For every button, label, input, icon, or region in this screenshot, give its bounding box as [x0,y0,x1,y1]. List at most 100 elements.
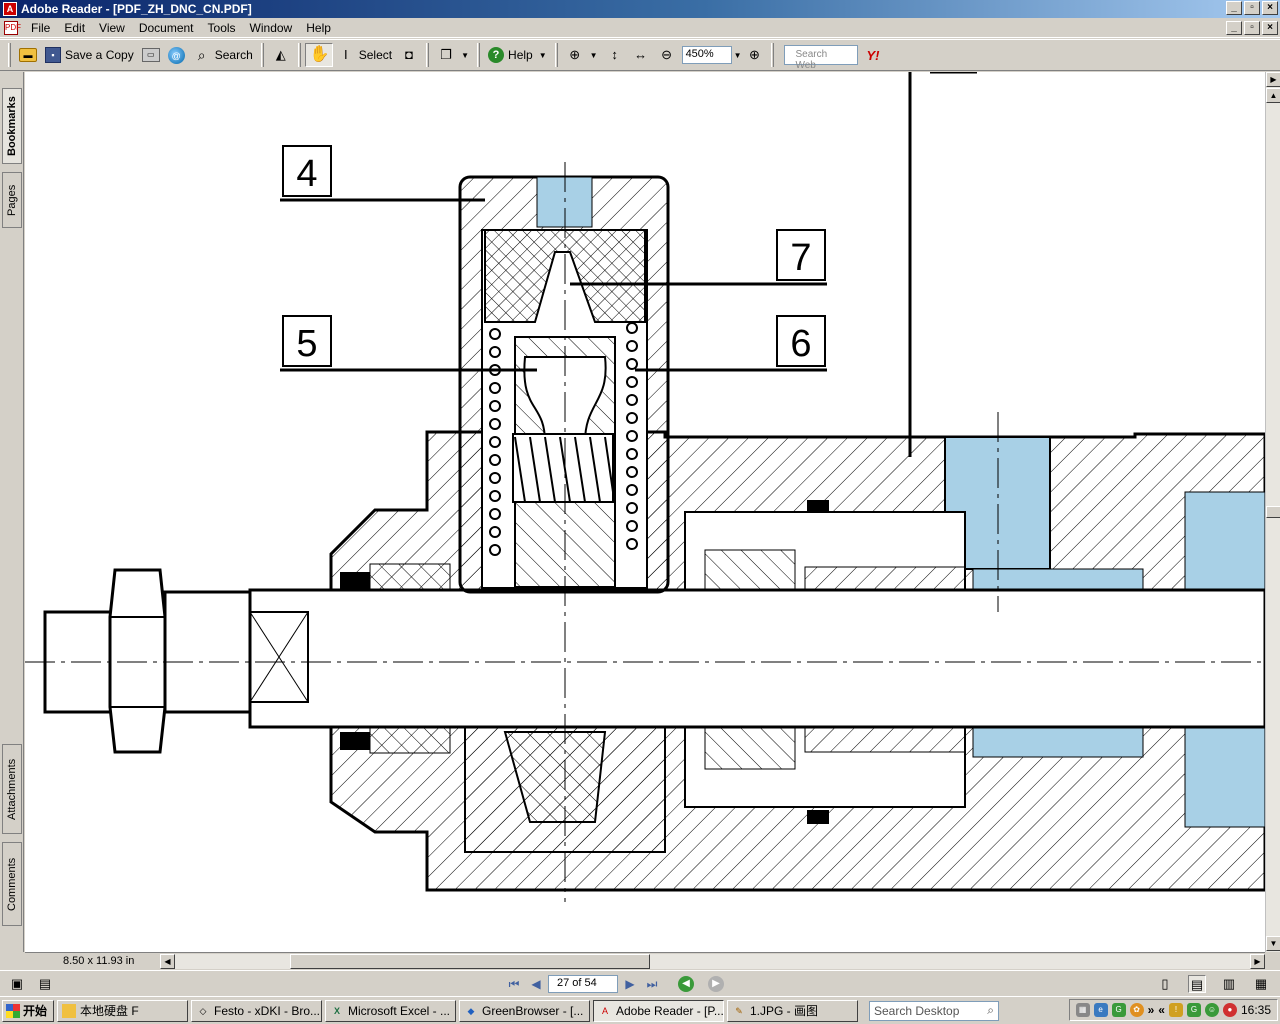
menu-window[interactable]: Window [243,21,300,35]
messenger-icon[interactable]: ☺ [1204,1003,1219,1017]
task-excel[interactable]: X Microsoft Excel - ... [325,999,456,1022]
toolbar-grip-4[interactable] [426,43,430,67]
tab-bookmarks[interactable]: Bookmarks [2,88,22,164]
select-tool-button[interactable]: I Select [333,43,396,67]
task-festo[interactable]: ◇ Festo - xDKI - Bro... [191,999,322,1022]
expand-tray-icon[interactable]: » [1148,1003,1155,1017]
toolbar-grip-5[interactable] [477,43,481,67]
folder-icon: ▬ [19,48,37,62]
tab-attachments[interactable]: Attachments [2,744,22,834]
system-tray: ▦ e G ✿ » « ! G ☺ ● 16:35 [1068,999,1278,1021]
email-button[interactable]: @ [164,43,189,67]
search-button[interactable]: ⌕ Search [189,43,257,67]
doc-close-button[interactable]: × [1262,21,1278,35]
info-icon[interactable]: ▤ [36,975,54,993]
menu-view[interactable]: View [92,21,132,35]
toolbar-grip-6[interactable] [554,43,558,67]
maximize-button[interactable]: ▫ [1244,1,1260,15]
keyboard-icon[interactable]: ▦ [1075,1003,1090,1017]
zoom-tool-button[interactable]: ⊕ ▼ [562,43,602,67]
toolbar-grip[interactable] [8,43,11,67]
qq-penguin-icon[interactable]: ● [1222,1003,1237,1017]
search-icon[interactable]: ⌕ [987,1003,994,1018]
toolbar-grip-3[interactable] [297,43,301,67]
hand-tool-button[interactable]: ✋ [304,43,333,67]
document-icon[interactable]: PDF [4,20,21,35]
menu-file[interactable]: File [24,21,57,35]
collapse-tray-icon[interactable]: « [1158,1003,1165,1017]
chevron-down-icon: ▼ [461,50,470,60]
disk-icon: ▪ [45,47,61,63]
task-explorer[interactable]: 本地硬盘 F [57,999,188,1022]
first-page-icon[interactable]: ⏮ [504,975,524,993]
last-page-icon[interactable]: ⏭ [642,975,662,993]
menu-help[interactable]: Help [299,21,338,35]
g-icon[interactable]: G [1186,1003,1201,1017]
print-button[interactable]: ▭ [138,43,164,67]
pages-dropdown-button[interactable]: ❐ ▼ [433,43,473,67]
zoom-out-button[interactable]: ⊖ [654,43,680,67]
close-button[interactable]: × [1262,1,1278,15]
yahoo-icon[interactable]: Y! [866,48,879,63]
task-adobe-reader[interactable]: A Adobe Reader - [P... [593,999,724,1022]
tab-comments[interactable]: Comments [2,842,22,926]
scroll-right-button[interactable]: ▶ [1250,953,1265,969]
task-paint[interactable]: ✎ 1.JPG - 画图 [727,999,858,1022]
menu-document[interactable]: Document [132,21,201,35]
document-window-controls: _ ▫ × [1226,21,1278,35]
zoom-in-magnifier-icon: ⊕ [569,47,581,62]
doc-minimize-button[interactable]: _ [1226,21,1242,35]
update-icon[interactable]: ✿ [1129,1003,1144,1017]
scroll-left-button[interactable]: ◀ [160,953,175,969]
go-back-icon[interactable]: ◀ [678,975,694,992]
page-number-input[interactable]: 27 of 54 [548,974,618,993]
horizontal-scrollbar[interactable] [175,953,1250,969]
continuous-page-icon[interactable]: ▤ [1188,974,1206,993]
folder-icon [62,1003,76,1018]
snapshot-button[interactable]: ◘ [396,43,422,67]
horizontal-scroll-thumb[interactable] [290,953,650,969]
actual-size-button[interactable]: ↕ [602,43,628,67]
panel-toggle-icon[interactable]: ▣ [8,975,26,993]
status-bar: ▣ ▤ ⏮ ◀ 27 of 54 ▶ ⏭ ◀ ▶ ▯ ▤ ▥ ▦ [0,970,1280,996]
continuous-facing-icon[interactable]: ▦ [1252,975,1270,993]
greenbrowser-tray-icon[interactable]: G [1111,1003,1126,1017]
toolbar-grip-2[interactable] [260,43,264,67]
zoom-in-button[interactable]: ⊕ [741,43,767,67]
menu-tools[interactable]: Tools [201,21,243,35]
facing-pages-icon[interactable]: ▥ [1220,975,1238,993]
go-forward-icon[interactable]: ▶ [708,975,724,992]
tab-pages[interactable]: Pages [2,172,22,228]
vertical-scroll-thumb[interactable] [1266,506,1280,518]
minimize-button[interactable]: _ [1226,1,1242,15]
next-page-icon[interactable]: ▶ [620,975,640,993]
vertical-scrollbar[interactable]: ▶ ▲ ▼ [1265,72,1280,952]
scroll-up-button[interactable]: ▲ [1266,88,1280,103]
menu-edit[interactable]: Edit [57,21,92,35]
fit-width-button[interactable]: ↔ [628,43,654,67]
ie-icon[interactable]: e [1093,1003,1108,1017]
help-button[interactable]: ? Help ▼ [484,43,551,67]
chevron-down-icon: ▼ [589,50,598,60]
zoom-level-input[interactable]: 450% [681,46,732,64]
graph-button[interactable]: ◭ [268,43,294,67]
help-icon: ? [488,47,505,63]
single-page-icon[interactable]: ▯ [1156,975,1174,993]
search-web-input[interactable]: Search Web [784,45,859,71]
taskbar: 开始 本地硬盘 F ◇ Festo - xDKI - Bro... X Micros… [0,996,1280,1024]
technical-drawing: 4 7 5 6 [25,72,1265,902]
toolbar: ▬ ▪ Save a Copy ▭ @ ⌕ Search ◭ ✋ I Select ◘… [0,39,1280,71]
save-copy-button[interactable]: ▪ Save a Copy [41,43,138,67]
split-arrow-icon[interactable]: ▶ [1266,72,1280,87]
task-greenbrowser[interactable]: ◆ GreenBrowser - [... [459,999,590,1022]
zoom-dropdown[interactable]: ▼ [734,51,742,60]
toolbar-grip-7[interactable] [771,43,775,67]
scroll-down-button[interactable]: ▼ [1266,936,1280,951]
shield-icon[interactable]: ! [1168,1003,1183,1017]
start-button[interactable]: 开始 [2,999,54,1022]
search-desktop-input[interactable]: Search Desktop ⌕ [869,1000,999,1021]
document-view[interactable]: 4 7 5 6 [25,72,1265,952]
doc-restore-button[interactable]: ▫ [1244,21,1260,35]
previous-page-icon[interactable]: ◀ [526,975,546,993]
open-button[interactable]: ▬ [15,43,41,67]
